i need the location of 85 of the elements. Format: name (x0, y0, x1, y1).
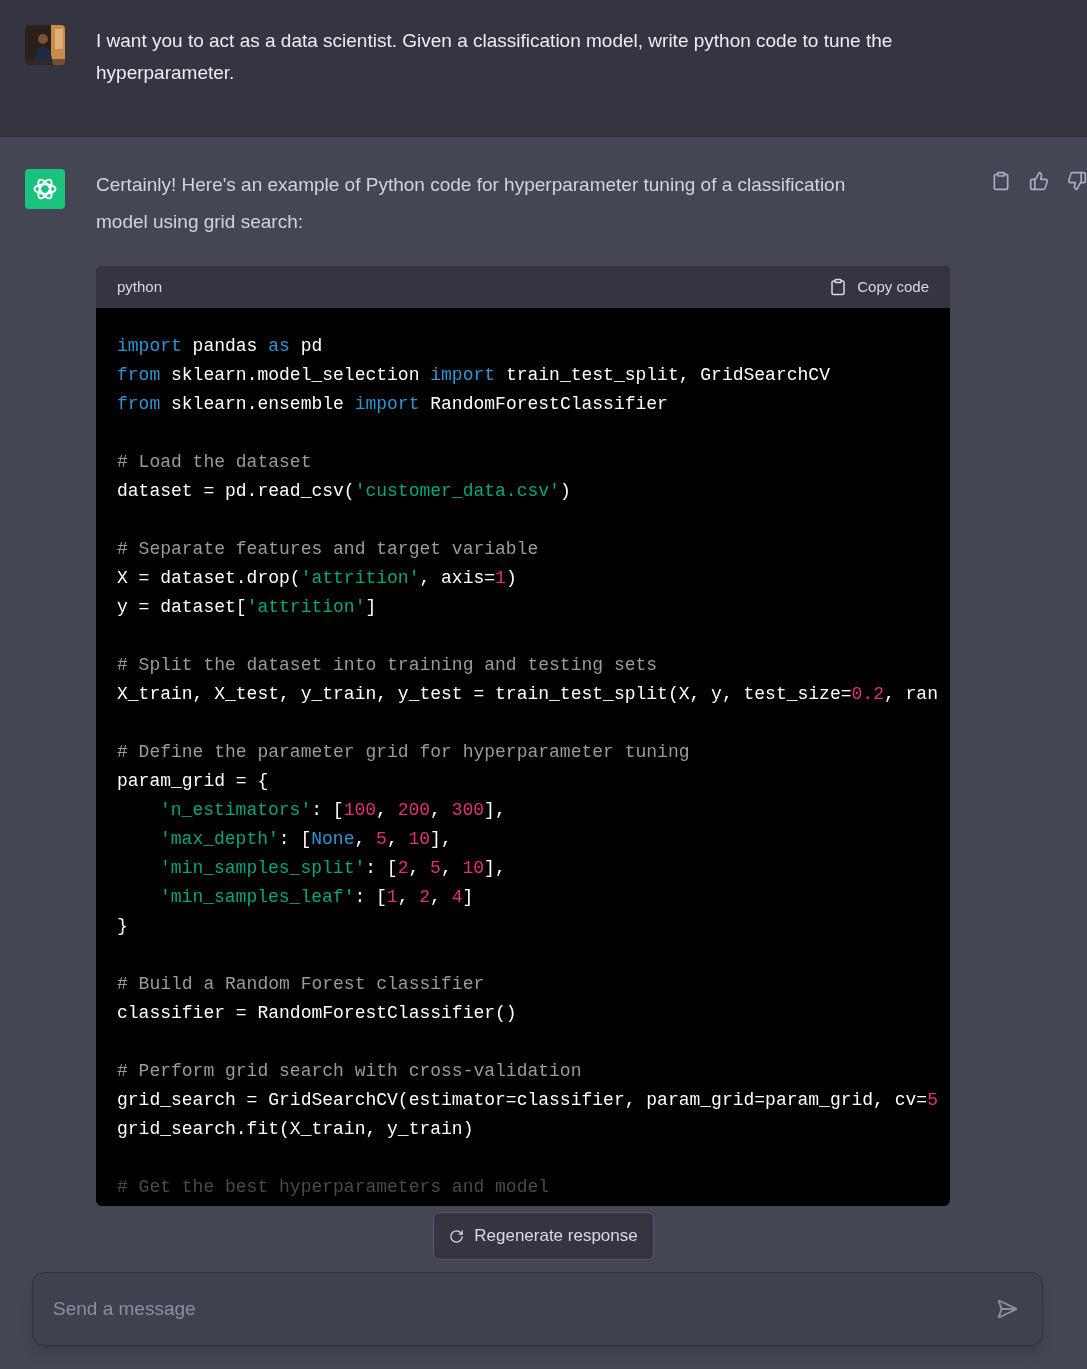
code-token: , axis= (419, 567, 496, 590)
send-icon[interactable] (996, 1298, 1018, 1320)
code-token: , (430, 799, 442, 822)
code-token: from (117, 364, 161, 387)
code-token: 10 (462, 857, 485, 880)
message-input[interactable]: Send a message (32, 1272, 1043, 1346)
code-token: : [ (311, 799, 344, 822)
code-token: 100 (343, 799, 377, 822)
code-token: 1 (495, 567, 506, 590)
code-token: , ran (883, 683, 938, 706)
code-comment: # Split the dataset into training and testing sets (117, 654, 658, 677)
code-comment: # Build a Random Forest classifier (117, 973, 485, 996)
code-token: 0.2 (851, 683, 884, 706)
code-token: , (354, 828, 367, 851)
code-token: 4 (451, 886, 463, 909)
code-token: 5 (376, 828, 387, 851)
code-comment: # Get the best hyperparameters and model (117, 1176, 550, 1199)
code-token: as (268, 335, 290, 358)
code-comment: # Define the parameter grid for hyperparameter tuning (117, 741, 690, 764)
code-token: 2 (419, 886, 431, 909)
code-token: ) (505, 567, 517, 590)
code-token: ] (462, 886, 474, 909)
code-token: grid_search = GridSearchCV(estimator=classifier, param_grid=param_grid, cv= (117, 1089, 928, 1112)
code-token: 5 (927, 1089, 938, 1112)
code-token: from (117, 393, 161, 416)
copy-code-button[interactable]: Copy code (829, 275, 929, 299)
code-comment: # Perform grid search with cross-validation (117, 1060, 582, 1083)
code-token: 'n_estimators' (160, 799, 312, 822)
code-token: 2 (397, 857, 409, 880)
code-token: ], (484, 857, 506, 880)
regenerate-icon (449, 1228, 465, 1244)
code-token: 'attrition' (300, 567, 420, 590)
code-token: X_train, X_test, y_train, y_test = train_test_split(X, y, test_size= (117, 683, 852, 706)
assistant-message-text: Certainly! Here's an example of Python code for hyperparameter tuning of a classification model using grid search: (96, 173, 847, 234)
code-token: grid_search.fit(X_train, y_train) (117, 1118, 474, 1141)
code-token: X = dataset.drop( (117, 567, 301, 590)
message-field[interactable]: Send a message (53, 1294, 996, 1324)
code-token: , (408, 857, 421, 880)
code-token: , (397, 886, 410, 909)
code-token: 300 (451, 799, 485, 822)
code-token: : [ (278, 828, 312, 851)
code-language: python (117, 276, 163, 297)
code-token: 'attrition' (246, 596, 366, 619)
code-token: ] (365, 596, 377, 619)
code-token: ], (484, 799, 506, 822)
code-token: sklearn.ensemble (170, 393, 345, 416)
code-token: import (117, 335, 182, 358)
code-token: : [ (365, 857, 398, 880)
code-token: None (311, 828, 355, 851)
code-token: 1 (386, 886, 398, 909)
code-token: , (376, 799, 388, 822)
code-token: : [ (354, 886, 387, 909)
code-token: 200 (397, 799, 431, 822)
code-token: import (354, 393, 420, 416)
code-token: classifier = RandomForestClassifier() (117, 1002, 517, 1025)
code-comment: # Load the dataset (117, 451, 312, 474)
user-message-text: I want you to act as a data scientist. Given a classification model, write python code to tune the hyperparameter. (96, 29, 894, 85)
code-token: RandomForestClassifier (429, 393, 668, 416)
code-token: ], (430, 828, 452, 851)
assistant-logo-icon (25, 169, 65, 209)
code-token: import (430, 364, 496, 387)
code-token: } (117, 915, 128, 938)
code-token: , (440, 857, 453, 880)
code-token: 10 (408, 828, 431, 851)
code-token: pandas (191, 335, 259, 358)
clipboard-icon (829, 278, 848, 296)
code-token: pd (299, 335, 323, 358)
code-token: dataset = pd.read_csv( (117, 480, 355, 503)
code-token: y = dataset[ (117, 596, 247, 619)
code-token: , (386, 828, 399, 851)
code-token: ) (559, 480, 571, 503)
code-token: 'min_samples_leaf' (160, 886, 355, 909)
code-token: sklearn.model_selection (170, 364, 421, 387)
regenerate-button[interactable]: Regenerate response (433, 1212, 654, 1260)
code-token: param_grid = { (117, 770, 269, 793)
thumbs-down-icon[interactable] (1067, 171, 1087, 191)
code-token: train_test_split, GridSearchCV (504, 364, 830, 387)
code-comment: # Separate features and target variable (117, 538, 539, 561)
code-token: , (430, 886, 442, 909)
code-token: 'customer_data.csv' (354, 480, 560, 503)
code-token: 'min_samples_split' (160, 857, 366, 880)
code-token: 'max_depth' (160, 828, 279, 851)
thumbs-up-icon[interactable] (1029, 171, 1049, 191)
copy-icon[interactable] (991, 171, 1011, 191)
code-token: 5 (430, 857, 441, 880)
